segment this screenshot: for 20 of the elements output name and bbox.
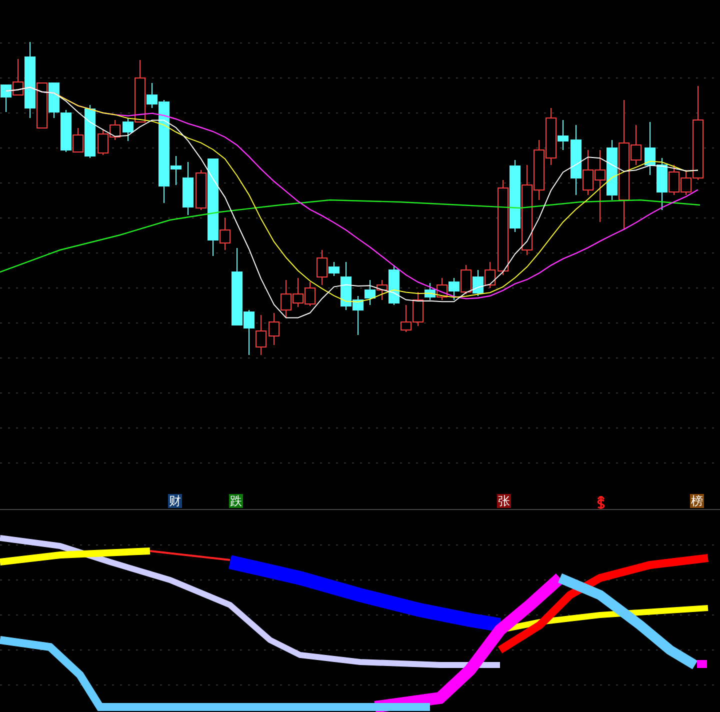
signal-marker[interactable]: 榜	[690, 494, 704, 508]
candle	[256, 314, 266, 356]
candle	[448, 278, 460, 300]
candle	[460, 264, 472, 294]
indicator-mark	[697, 660, 707, 668]
candle	[436, 278, 448, 300]
signal-marker[interactable]: 财	[168, 494, 182, 508]
candle	[472, 270, 484, 296]
candle	[268, 312, 280, 346]
candle	[98, 130, 108, 156]
candle	[644, 122, 656, 176]
signal-marker[interactable]: 张	[497, 494, 511, 508]
candle	[280, 280, 292, 318]
candle	[48, 82, 60, 118]
signal-marker[interactable]: 跌	[229, 494, 243, 508]
candle	[484, 262, 496, 288]
candle	[0, 84, 12, 112]
candle	[292, 278, 304, 308]
candle	[110, 120, 120, 140]
dollar-icon[interactable]	[596, 496, 606, 509]
